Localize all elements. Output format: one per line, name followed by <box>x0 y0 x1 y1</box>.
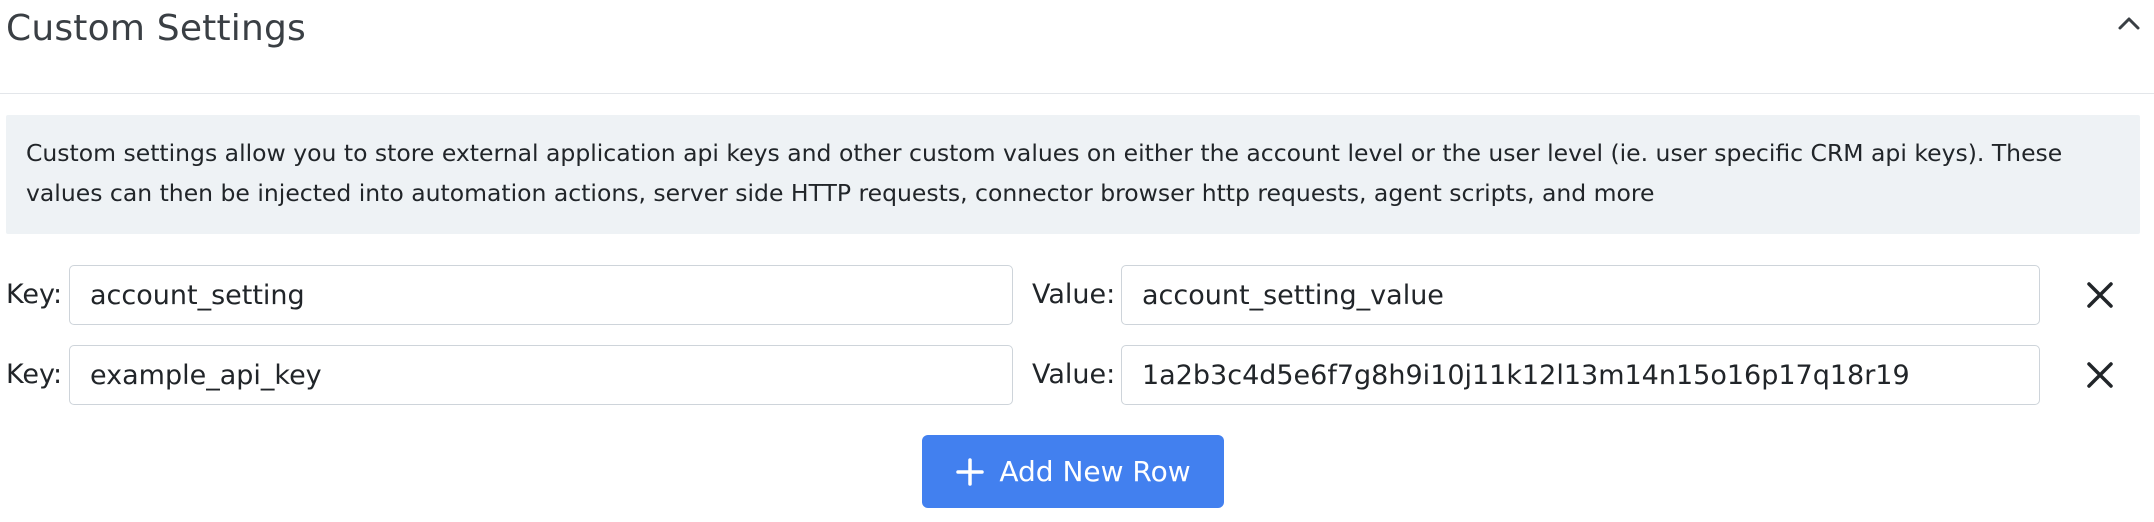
add-new-row-button[interactable]: Add New Row <box>922 435 1224 508</box>
value-input[interactable] <box>1121 345 2040 405</box>
custom-settings-panel: Custom Settings Custom settings allow yo… <box>0 0 2154 522</box>
remove-row-button[interactable] <box>2080 275 2120 315</box>
value-label: Value: <box>1032 359 1116 390</box>
key-label: Key: <box>6 359 63 390</box>
remove-row-button[interactable] <box>2080 355 2120 395</box>
chevron-up-icon <box>2118 17 2140 30</box>
value-input[interactable] <box>1121 265 2040 325</box>
collapse-button[interactable] <box>2112 6 2146 40</box>
close-icon <box>2087 282 2113 308</box>
info-description: Custom settings allow you to store exter… <box>6 115 2140 234</box>
add-new-row-label: Add New Row <box>999 455 1191 488</box>
page-title: Custom Settings <box>6 8 307 49</box>
value-label: Value: <box>1032 279 1116 310</box>
plus-icon <box>955 457 985 487</box>
close-icon <box>2087 362 2113 388</box>
key-input[interactable] <box>69 345 1013 405</box>
key-label: Key: <box>6 279 63 310</box>
setting-row: Key: Value: <box>0 265 2154 325</box>
setting-row: Key: Value: <box>0 345 2154 405</box>
panel-header: Custom Settings <box>0 0 2154 94</box>
key-input[interactable] <box>69 265 1013 325</box>
